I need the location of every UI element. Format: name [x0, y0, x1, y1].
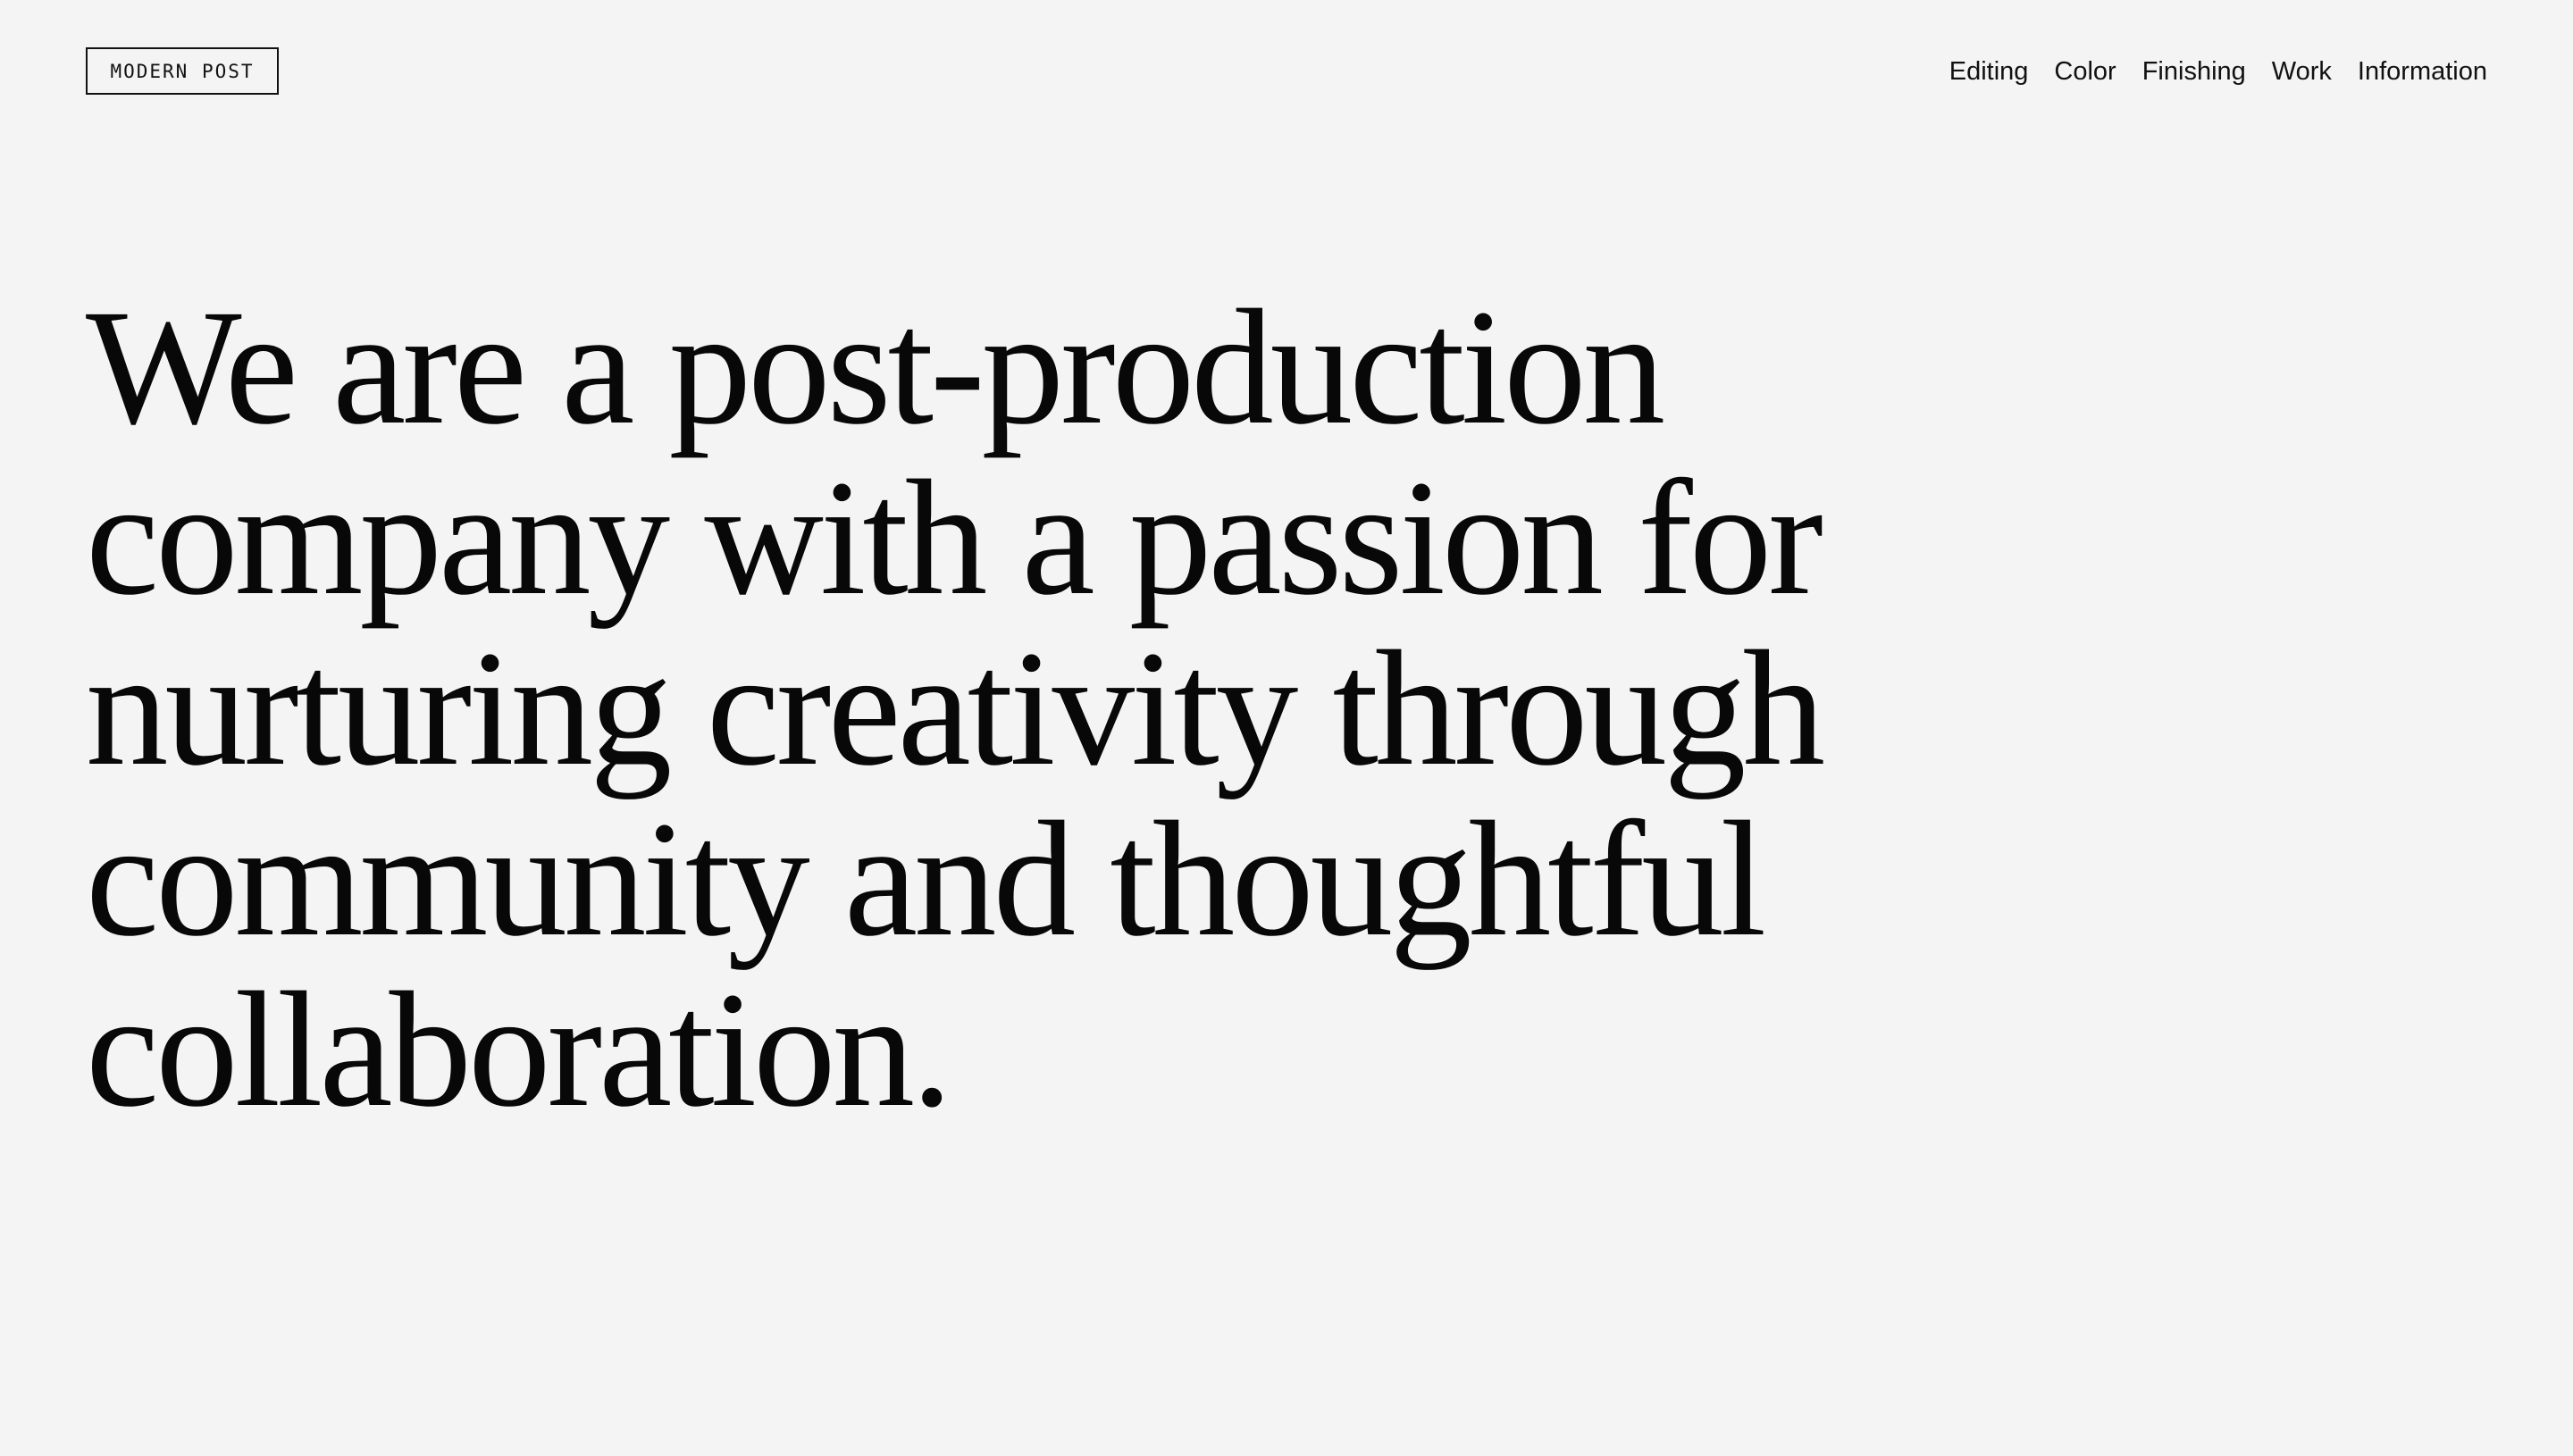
- nav-work[interactable]: Work: [2272, 54, 2332, 89]
- main-navigation: Editing Color Finishing Work Information: [1949, 54, 2487, 89]
- nav-color[interactable]: Color: [2054, 54, 2116, 89]
- nav-editing[interactable]: Editing: [1949, 54, 2029, 89]
- nav-finishing[interactable]: Finishing: [2142, 54, 2246, 89]
- site-header: MODERN POST Editing Color Finishing Work…: [0, 0, 2573, 143]
- nav-information[interactable]: Information: [2358, 54, 2487, 89]
- hero-heading: We are a post-production company with a …: [86, 276, 1825, 1142]
- logo-link[interactable]: MODERN POST: [86, 47, 279, 95]
